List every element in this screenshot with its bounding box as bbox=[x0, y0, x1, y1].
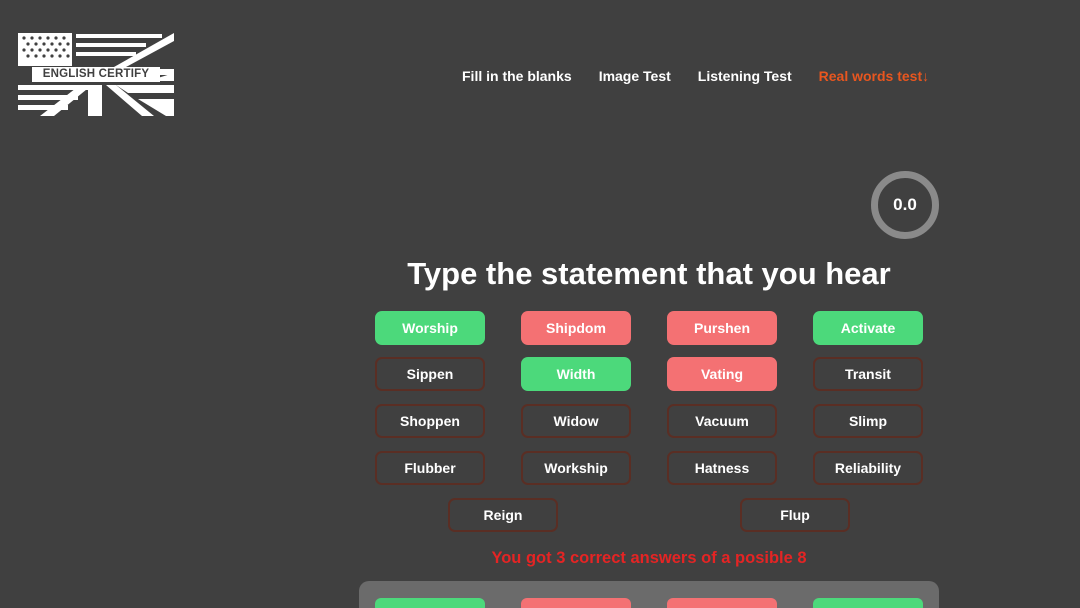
word-button-transit[interactable]: Transit bbox=[813, 357, 923, 391]
word-button-purshen[interactable]: Purshen bbox=[667, 311, 777, 345]
word-button-hatness[interactable]: Hatness bbox=[667, 451, 777, 485]
score-value: 0.0 bbox=[893, 195, 917, 214]
word-button-slimp[interactable]: Slimp bbox=[813, 404, 923, 438]
word-button-flubber[interactable]: Flubber bbox=[375, 451, 485, 485]
main-nav: Fill in the blanks Image Test Listening … bbox=[462, 66, 929, 86]
nav-image-test[interactable]: Image Test bbox=[599, 66, 671, 86]
word-button-width[interactable]: Width bbox=[521, 357, 631, 391]
word-button-workship[interactable]: Workship bbox=[521, 451, 631, 485]
page: ENGLISH CERTIFY Fill in the blanks Image… bbox=[0, 0, 1080, 608]
score-ring: 0.0 bbox=[871, 171, 939, 239]
answer-preview-2 bbox=[521, 598, 631, 608]
result-message: You got 3 correct answers of a posible 8 bbox=[491, 549, 807, 567]
nav-real-words-test[interactable]: Real words test↓ bbox=[819, 66, 929, 86]
word-button-vacuum[interactable]: Vacuum bbox=[667, 404, 777, 438]
word-button-reign[interactable]: Reign bbox=[448, 498, 558, 532]
word-button-shoppen[interactable]: Shoppen bbox=[375, 404, 485, 438]
word-button-vating[interactable]: Vating bbox=[667, 357, 777, 391]
answer-preview-3 bbox=[667, 598, 777, 608]
word-button-sippen[interactable]: Sippen bbox=[375, 357, 485, 391]
logo-text: ENGLISH CERTIFY bbox=[32, 67, 160, 82]
word-button-flup[interactable]: Flup bbox=[740, 498, 850, 532]
word-button-activate[interactable]: Activate bbox=[813, 311, 923, 345]
english-certify-logo[interactable]: ENGLISH CERTIFY bbox=[18, 33, 174, 116]
answer-preview-4 bbox=[813, 598, 923, 608]
word-button-reliability[interactable]: Reliability bbox=[813, 451, 923, 485]
word-button-widow[interactable]: Widow bbox=[521, 404, 631, 438]
answer-preview-1 bbox=[375, 598, 485, 608]
word-button-worship[interactable]: Worship bbox=[375, 311, 485, 345]
nav-fill-in-the-blanks[interactable]: Fill in the blanks bbox=[462, 66, 572, 86]
nav-listening-test[interactable]: Listening Test bbox=[698, 66, 792, 86]
page-title: Type the statement that you hear bbox=[407, 256, 891, 291]
word-button-shipdom[interactable]: Shipdom bbox=[521, 311, 631, 345]
